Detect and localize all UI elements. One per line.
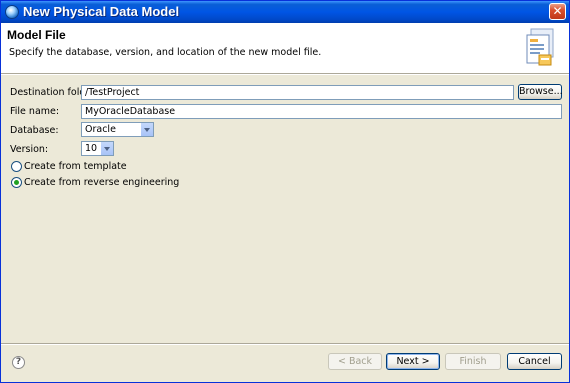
finish-button[interactable]: Finish bbox=[445, 353, 501, 370]
file-name-field[interactable]: MyOracleDatabase bbox=[81, 104, 562, 119]
database-dropdown[interactable]: Oracle bbox=[81, 122, 154, 137]
help-icon[interactable]: ? bbox=[12, 356, 25, 369]
create-from-reverse-engineering-radio[interactable] bbox=[11, 177, 22, 188]
title-bar[interactable]: New Physical Data Model ✕ bbox=[1, 1, 569, 23]
next-button[interactable]: Next > bbox=[386, 353, 440, 370]
wizard-window: New Physical Data Model ✕ Model File Spe… bbox=[0, 0, 570, 383]
close-button[interactable]: ✕ bbox=[549, 3, 566, 20]
create-from-template-radio[interactable] bbox=[11, 161, 22, 172]
destination-folder-field[interactable]: /TestProject bbox=[81, 85, 514, 100]
wizard-header: Model File Specify the database, version… bbox=[1, 23, 569, 73]
version-value: 10 bbox=[85, 143, 98, 154]
app-icon bbox=[5, 5, 19, 19]
chevron-down-icon[interactable] bbox=[140, 123, 153, 136]
data-model-wizard-icon bbox=[526, 28, 554, 66]
database-label: Database: bbox=[10, 125, 59, 136]
page-title: Model File bbox=[7, 28, 66, 42]
browse-button[interactable]: Browse... bbox=[518, 84, 563, 100]
window-title: New Physical Data Model bbox=[23, 4, 180, 19]
version-label: Version: bbox=[10, 144, 49, 155]
cancel-button[interactable]: Cancel bbox=[507, 353, 562, 370]
create-from-template-label[interactable]: Create from template bbox=[24, 161, 127, 172]
create-from-reverse-engineering-label[interactable]: Create from reverse engineering bbox=[24, 177, 179, 188]
version-dropdown[interactable]: 10 bbox=[81, 141, 114, 156]
back-button[interactable]: < Back bbox=[328, 353, 382, 370]
page-description: Specify the database, version, and locat… bbox=[9, 47, 322, 58]
database-value: Oracle bbox=[85, 124, 116, 135]
footer-separator-highlight bbox=[1, 344, 569, 345]
file-name-label: File name: bbox=[10, 106, 60, 117]
header-separator-highlight bbox=[1, 74, 569, 75]
chevron-down-icon[interactable] bbox=[100, 142, 113, 155]
